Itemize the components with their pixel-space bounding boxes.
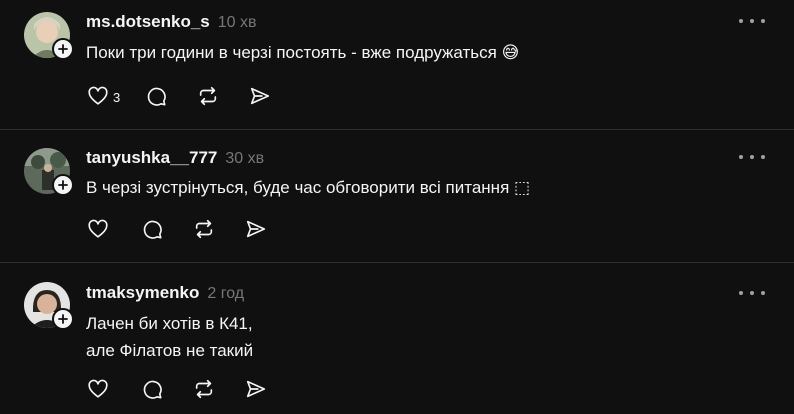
share-icon xyxy=(251,87,270,105)
more-options-icon[interactable] xyxy=(739,288,765,298)
comment-button[interactable] xyxy=(140,217,166,243)
post-header: ms.dotsenko_s 10 хв xyxy=(86,12,257,32)
plus-icon xyxy=(58,180,68,190)
like-button[interactable] xyxy=(86,377,112,403)
timestamp[interactable]: 10 хв xyxy=(218,14,257,32)
share-icon xyxy=(246,220,266,238)
repost-button[interactable] xyxy=(192,377,218,403)
more-options-icon[interactable] xyxy=(739,152,765,162)
thread-post: ms.dotsenko_s 10 хв Поки три години в че… xyxy=(0,0,794,130)
username[interactable]: tmaksymenko xyxy=(86,283,199,303)
post-header: tanyushka__777 30 хв xyxy=(86,148,264,168)
action-bar xyxy=(86,217,270,243)
comment-button[interactable] xyxy=(140,377,166,403)
action-bar: 3 xyxy=(86,84,274,110)
timestamp[interactable]: 2 год xyxy=(207,285,244,303)
share-button[interactable] xyxy=(248,84,274,110)
repost-icon xyxy=(195,379,213,399)
share-icon xyxy=(246,380,266,398)
comment-icon xyxy=(147,87,167,106)
heart-icon xyxy=(88,86,108,105)
username[interactable]: tanyushka__777 xyxy=(86,148,217,168)
repost-button[interactable] xyxy=(196,84,222,110)
thread-post: tmaksymenko 2 год Лачен би хотів в К41, … xyxy=(0,263,794,414)
post-text: Лачен би хотів в К41, але Філатов не так… xyxy=(86,310,253,364)
text-line: але Філатов не такий xyxy=(86,341,254,360)
post-text: В черзі зустрінуться, буде час обговорит… xyxy=(86,174,530,201)
like-count: 3 xyxy=(113,89,121,105)
thread-post: tanyushka__777 30 хв В черзі зустрінутьс… xyxy=(0,130,794,262)
plus-icon xyxy=(58,44,68,54)
repost-button[interactable] xyxy=(192,217,218,243)
follow-button[interactable] xyxy=(52,308,74,330)
post-text: Поки три години в черзі постоять - вже п… xyxy=(86,39,519,66)
follow-button[interactable] xyxy=(52,38,74,60)
like-button[interactable] xyxy=(86,84,110,110)
plus-icon xyxy=(58,314,68,324)
follow-button[interactable] xyxy=(52,174,74,196)
comment-icon xyxy=(143,220,162,239)
repost-icon xyxy=(200,86,217,106)
username[interactable]: ms.dotsenko_s xyxy=(86,12,210,32)
comment-icon xyxy=(143,380,162,399)
more-options-icon[interactable] xyxy=(739,16,765,26)
heart-icon xyxy=(88,379,108,398)
share-button[interactable] xyxy=(244,217,270,243)
timestamp[interactable]: 30 хв xyxy=(225,150,264,168)
text-line: Поки три години в черзі постоять - вже п… xyxy=(86,43,520,62)
comment-button[interactable] xyxy=(144,84,170,110)
like-button[interactable] xyxy=(86,217,112,243)
share-button[interactable] xyxy=(244,377,270,403)
action-bar xyxy=(86,377,270,403)
heart-icon xyxy=(88,219,108,238)
text-line: Лачен би хотів в К41, xyxy=(86,314,253,333)
repost-icon xyxy=(195,219,213,239)
post-header: tmaksymenko 2 год xyxy=(86,283,244,303)
text-line: В черзі зустрінуться, буде час обговорит… xyxy=(86,178,531,197)
